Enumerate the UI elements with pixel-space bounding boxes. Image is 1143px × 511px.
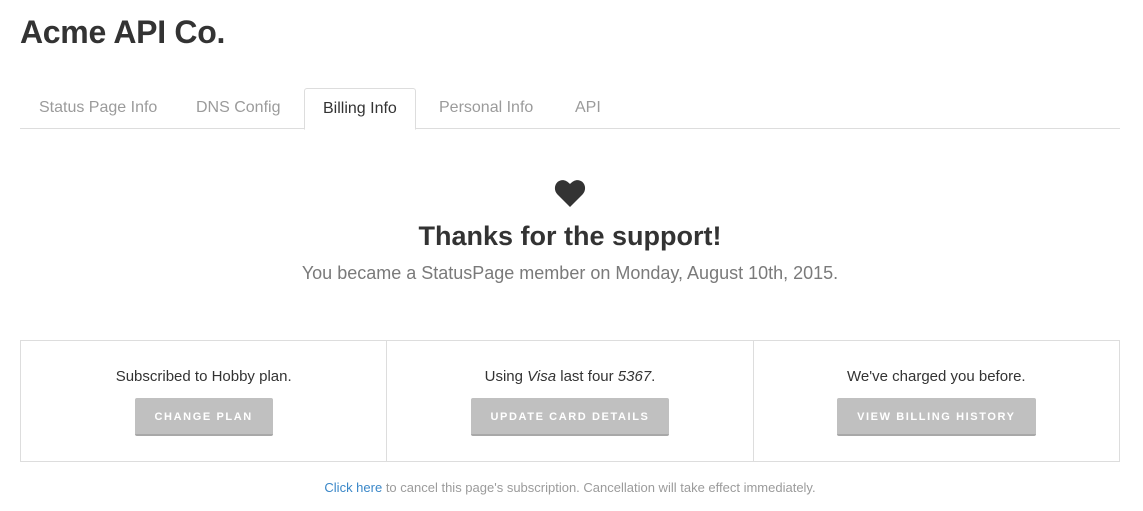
tab-status-page-info[interactable]: Status Page Info	[39, 88, 157, 129]
heart-icon	[554, 180, 586, 207]
cancel-subscription-link[interactable]: Click here	[324, 480, 382, 495]
card-panel: Using Visa last four 5367. UPDATE CARD D…	[387, 341, 754, 461]
tab-personal-info[interactable]: Personal Info	[439, 88, 533, 129]
update-card-details-button[interactable]: UPDATE CARD DETAILS	[470, 398, 670, 436]
card-last-four: 5367	[617, 368, 652, 385]
page-title: Acme API Co.	[20, 14, 226, 50]
card-text-suffix: .	[651, 368, 656, 385]
card-text-prefix: Using	[484, 368, 528, 385]
change-plan-button[interactable]: CHANGE PLAN	[134, 398, 273, 436]
tab-api[interactable]: API	[575, 88, 601, 129]
view-billing-history-button[interactable]: VIEW BILLING HISTORY	[837, 398, 1036, 436]
billing-panels: Subscribed to Hobby plan. CHANGE PLAN Us…	[20, 340, 1120, 462]
plan-text: Subscribed to Hobby plan.	[115, 368, 292, 385]
history-text: We've charged you before.	[847, 368, 1026, 385]
tab-dns-config[interactable]: DNS Config	[196, 88, 280, 129]
tab-bar: Status Page Info DNS Config Billing Info…	[20, 88, 1120, 130]
thanks-title: Thanks for the support!	[418, 221, 722, 251]
card-brand: Visa	[527, 368, 557, 385]
cancel-note: Click here to cancel this page's subscri…	[0, 478, 1140, 498]
history-panel: We've charged you before. VIEW BILLING H…	[754, 341, 1119, 461]
card-text-middle: last four	[556, 368, 618, 385]
member-since-text: You became a StatusPage member on Monday…	[301, 263, 839, 283]
card-text: Using Visa last four 5367.	[387, 367, 752, 387]
cancel-note-text: to cancel this page's subscription. Canc…	[382, 480, 816, 495]
tab-billing-info[interactable]: Billing Info	[304, 88, 416, 130]
thanks-section: Thanks for the support! You became a Sta…	[0, 178, 1140, 286]
plan-panel: Subscribed to Hobby plan. CHANGE PLAN	[21, 341, 388, 461]
